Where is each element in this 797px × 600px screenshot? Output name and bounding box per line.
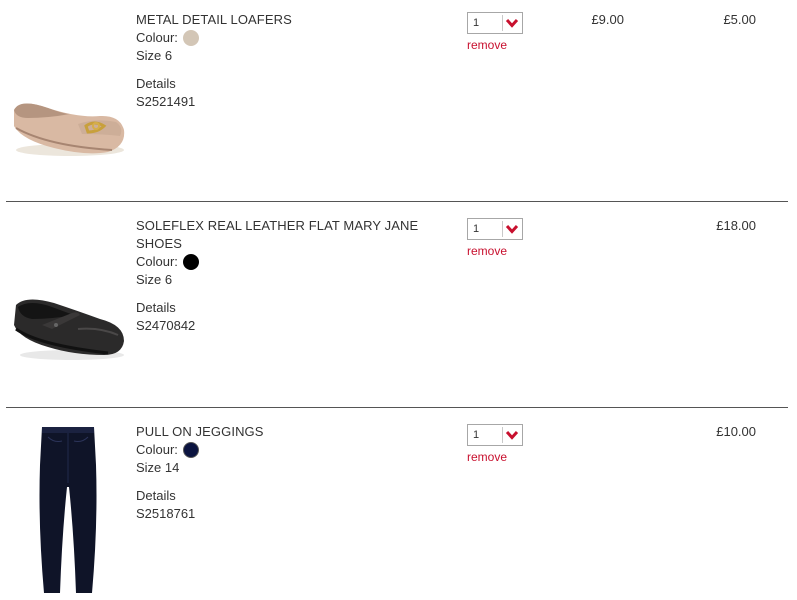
- colour-label: Colour:: [136, 30, 178, 45]
- quantity-select[interactable]: 1: [467, 12, 523, 34]
- product-name[interactable]: METAL DETAIL LOAFERS: [136, 11, 436, 29]
- details-label: Details: [136, 488, 176, 503]
- remove-link[interactable]: remove: [467, 38, 507, 52]
- price-now: £10.00: [716, 424, 756, 439]
- colour-line: Colour:: [136, 29, 436, 47]
- basket-item: METAL DETAIL LOAFERS Colour: Size 6 Deta…: [0, 0, 797, 201]
- item-info: PULL ON JEGGINGS Colour: Size 14 Details…: [136, 423, 436, 523]
- loafer-image-icon: [14, 103, 125, 156]
- quantity-value: 1: [473, 223, 480, 235]
- size-label: Size 14: [136, 460, 180, 475]
- jeggings-image-icon: [39, 427, 97, 593]
- item-info: METAL DETAIL LOAFERS Colour: Size 6 Deta…: [136, 11, 436, 111]
- colour-line: Colour:: [136, 253, 436, 271]
- select-divider: [502, 427, 503, 443]
- quantity-value: 1: [473, 17, 480, 29]
- chevron-down-icon: [505, 18, 519, 28]
- colour-line: Colour:: [136, 441, 436, 459]
- mary-jane-image-icon: [14, 299, 124, 360]
- quantity-value: 1: [473, 429, 480, 441]
- item-info: SOLEFLEX REAL LEATHER FLAT MARY JANE SHO…: [136, 217, 436, 335]
- colour-label: Colour:: [136, 254, 178, 269]
- product-code: S2470842: [136, 318, 196, 333]
- colour-swatch: [182, 254, 199, 270]
- product-name[interactable]: SOLEFLEX REAL LEATHER FLAT MARY JANE SHO…: [136, 217, 436, 253]
- details-label: Details: [136, 300, 176, 315]
- basket-item: SOLEFLEX REAL LEATHER FLAT MARY JANE SHO…: [0, 201, 797, 407]
- price-was: £9.00: [591, 12, 624, 27]
- product-code: S2521491: [136, 94, 196, 109]
- select-divider: [502, 221, 503, 237]
- product-image[interactable]: [8, 88, 128, 165]
- colour-swatch: [182, 30, 199, 46]
- product-image[interactable]: [8, 285, 128, 368]
- colour-swatch: [182, 442, 199, 458]
- price-now: £18.00: [716, 218, 756, 233]
- details-label: Details: [136, 76, 176, 91]
- chevron-down-icon: [505, 430, 519, 440]
- chevron-down-icon: [505, 224, 519, 234]
- product-image[interactable]: [36, 425, 100, 600]
- size-label: Size 6: [136, 48, 173, 63]
- size-label: Size 6: [136, 272, 173, 287]
- product-name[interactable]: PULL ON JEGGINGS: [136, 423, 436, 441]
- select-divider: [502, 15, 503, 31]
- product-code: S2518761: [136, 506, 196, 521]
- colour-label: Colour:: [136, 442, 178, 457]
- remove-link[interactable]: remove: [467, 244, 507, 258]
- price-now: £5.00: [723, 12, 756, 27]
- quantity-select[interactable]: 1: [467, 424, 523, 446]
- quantity-select[interactable]: 1: [467, 218, 523, 240]
- remove-link[interactable]: remove: [467, 450, 507, 464]
- basket-item: PULL ON JEGGINGS Colour: Size 14 Details…: [0, 407, 797, 593]
